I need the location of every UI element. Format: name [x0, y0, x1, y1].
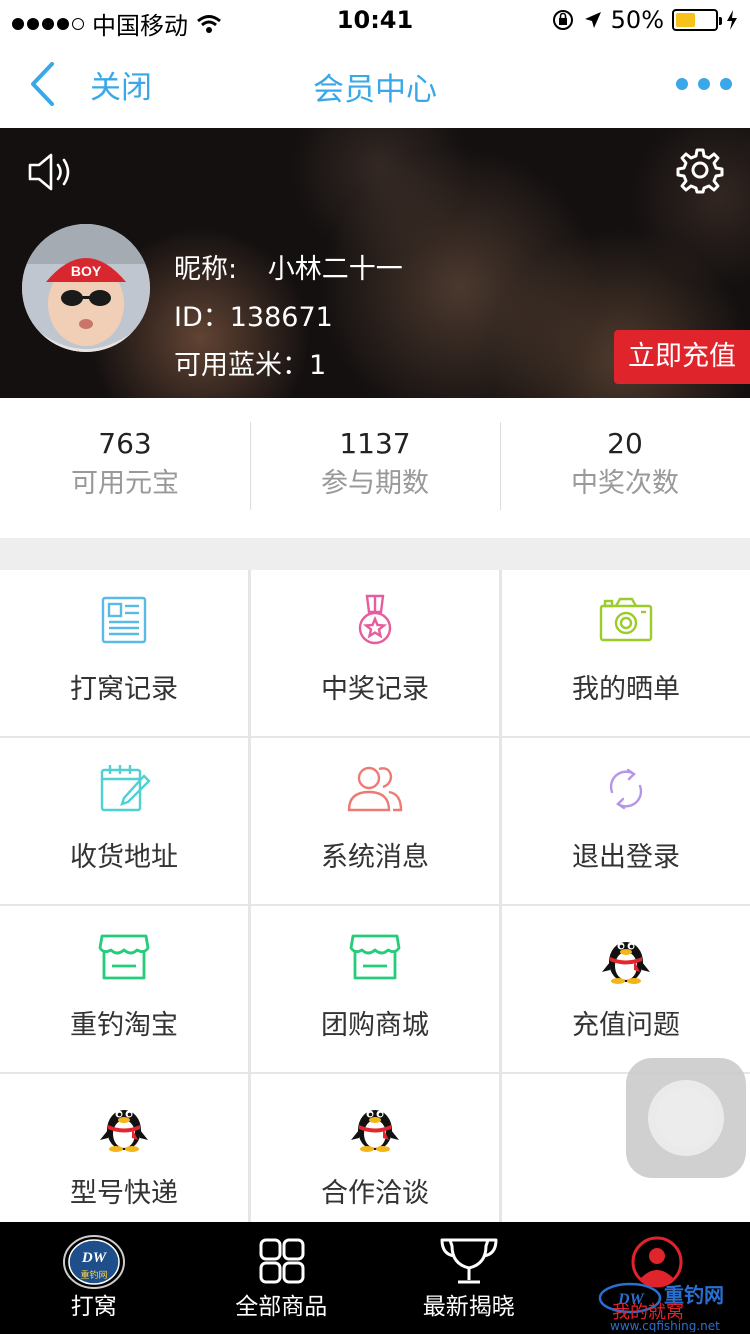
assistive-touch-button[interactable] [626, 1058, 746, 1178]
more-button[interactable] [676, 70, 732, 98]
signal-strength-icon [12, 17, 84, 30]
menu-item-group-buy-mall[interactable]: 团购商城 [251, 906, 499, 1072]
battery-fill [676, 13, 695, 27]
recharge-button[interactable]: 立即充值 [614, 330, 750, 384]
settings-button[interactable] [676, 146, 724, 194]
menu-item-logout[interactable]: 退出登录 [502, 738, 750, 904]
location-arrow-icon [584, 12, 601, 28]
tab-latest-results[interactable]: 最新揭晓 [375, 1222, 563, 1334]
avatar-photo: BOY [22, 224, 150, 352]
gear-icon [676, 148, 724, 194]
status-bar: 中国移动 10:41 50% [0, 0, 750, 40]
tab-label: 打窝 [70, 1294, 117, 1320]
menu-item-shipping-address[interactable]: 收货地址 [0, 738, 248, 904]
stat-ingots[interactable]: 763 可用元宝 [0, 398, 250, 538]
menu-item-cooperation[interactable]: 合作洽谈 [251, 1074, 499, 1222]
status-right: 50% [551, 6, 738, 34]
tab-all-products[interactable]: 全部商品 [188, 1222, 376, 1334]
more-dot-icon [720, 78, 732, 90]
menu-item-label: 退出登录 [572, 842, 680, 873]
tab-label: 最新揭晓 [422, 1294, 515, 1320]
more-dot-icon [676, 78, 688, 90]
menu-item-label: 中奖记录 [321, 674, 429, 705]
wifi-icon [197, 14, 221, 33]
nav-bar: 关闭 会员中心 [0, 40, 750, 128]
user-id: ID：138671 [174, 302, 333, 333]
stat-value: 20 [607, 427, 643, 460]
stat-label: 参与期数 [321, 468, 429, 499]
camera-icon [599, 597, 653, 642]
menu-item-label: 充值问题 [572, 1010, 680, 1041]
store-icon [98, 934, 150, 980]
qq-penguin-icon [602, 942, 650, 984]
svg-text:www.cqfishing.net: www.cqfishing.net [610, 1319, 720, 1332]
more-dot-icon [698, 78, 710, 90]
signal-dot [42, 17, 54, 30]
nickname-value: 小林二十一 [267, 254, 403, 285]
menu-item-label: 系统消息 [321, 842, 429, 873]
signal-dot [12, 17, 24, 30]
menu-item-bait-records[interactable]: 打窝记录 [0, 570, 248, 736]
sound-button[interactable] [26, 150, 76, 194]
stats-row: 763 可用元宝 1137 参与期数 20 中奖次数 [0, 398, 750, 538]
menu-item-system-messages[interactable]: 系统消息 [251, 738, 499, 904]
menu-item-label: 收货地址 [70, 842, 178, 873]
carrier-name: 中国移动 [92, 12, 188, 40]
menu-item-prize-records[interactable]: 中奖记录 [251, 570, 499, 736]
refresh-icon [609, 768, 643, 810]
menu-item-label: 合作洽谈 [321, 1178, 429, 1209]
stat-value: 763 [98, 427, 152, 460]
menu-item-label: 我的晒单 [572, 674, 680, 705]
signal-dot [57, 17, 69, 30]
qq-penguin-icon [100, 1110, 148, 1152]
nickname-row: 昵称: 小林二十一 [174, 246, 403, 294]
menu-item-label: 型号快递 [70, 1178, 178, 1209]
qq-penguin-icon [351, 1110, 399, 1152]
stat-participations[interactable]: 1137 参与期数 [250, 398, 500, 538]
menu-item-label: 重钓淘宝 [70, 1010, 178, 1041]
store-icon [349, 934, 401, 980]
medal-icon [358, 594, 392, 645]
signal-dot [72, 17, 84, 30]
trophy-icon [440, 1238, 498, 1284]
svg-text:BOY: BOY [71, 263, 102, 279]
menu-item-taobao-store[interactable]: 重钓淘宝 [0, 906, 248, 1072]
charging-bolt-icon [727, 10, 737, 30]
tab-label: 全部商品 [235, 1294, 328, 1320]
available-points: 可用蓝米：1 [174, 350, 327, 381]
tab-bait[interactable]: DW 重钓网 打窝 [0, 1222, 188, 1334]
stat-label: 可用元宝 [71, 468, 179, 499]
battery-percent: 50% [610, 6, 664, 34]
menu-item-recharge-issues[interactable]: 充值问题 [502, 906, 750, 1072]
menu-item-label: 团购商城 [321, 1010, 429, 1041]
menu-item-my-posts[interactable]: 我的晒单 [502, 570, 750, 736]
stat-value: 1137 [339, 427, 411, 460]
section-divider [0, 538, 750, 570]
site-watermark-logo: DW 重钓网 我的就窝 www.cqfishing.net [598, 1282, 724, 1332]
svg-text:重钓网: 重钓网 [80, 1269, 107, 1281]
grid-icon [259, 1238, 304, 1284]
close-label: 关闭 [90, 69, 152, 106]
stat-wins[interactable]: 20 中奖次数 [500, 398, 750, 538]
svg-text:DW: DW [81, 1250, 108, 1266]
close-button[interactable]: 关闭 [28, 58, 178, 110]
signal-dot [27, 17, 39, 30]
orientation-lock-icon [552, 10, 573, 30]
menu-item-label: 打窝记录 [70, 674, 178, 705]
menu-item-model-express[interactable]: 型号快递 [0, 1074, 248, 1222]
profile-info: 昵称: 小林二十一 ID：138671 可用蓝米：1 [174, 246, 403, 390]
dw-logo-icon: DW 重钓网 [63, 1235, 125, 1289]
stat-label: 中奖次数 [571, 468, 679, 499]
assistive-center [656, 1088, 716, 1148]
profile-header: BOY 昵称: 小林二十一 ID：138671 可用蓝米：1 立即充值 [0, 128, 750, 398]
document-icon [101, 596, 147, 644]
avatar[interactable]: BOY [22, 224, 150, 352]
chevron-left-icon [31, 62, 54, 106]
battery-icon [672, 9, 722, 31]
nickname-label: 昵称: [174, 254, 238, 285]
status-left: 中国移动 [12, 6, 222, 41]
notepad-pen-icon [100, 765, 151, 812]
users-icon [347, 766, 403, 812]
speaker-icon [28, 153, 70, 191]
